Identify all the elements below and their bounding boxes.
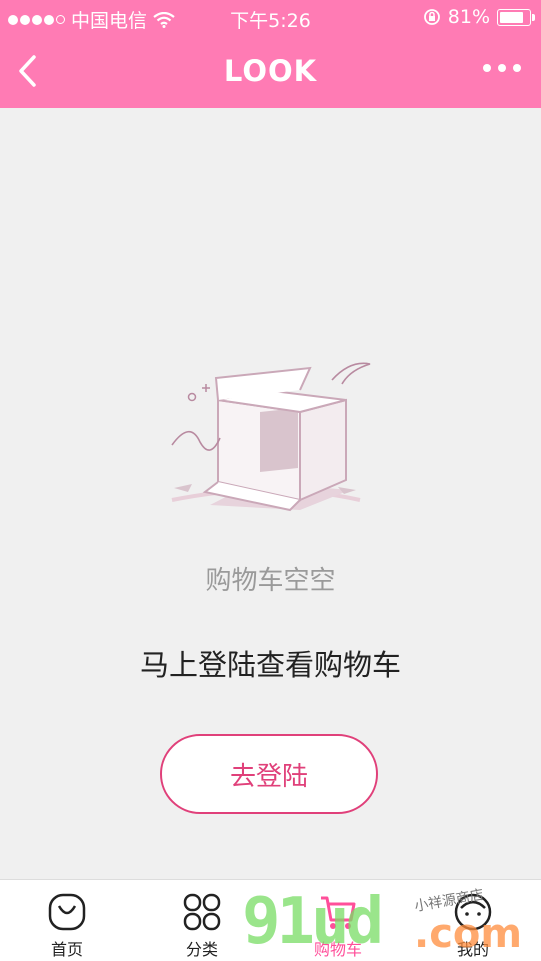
tab-mine[interactable]: 我的 [423, 880, 523, 961]
navigation-bar: LOOK [0, 34, 541, 108]
status-bar: 中国电信 下午5:26 81% [0, 0, 541, 34]
grid-icon [183, 893, 221, 931]
tab-cart[interactable]: 购物车 [288, 880, 388, 961]
tab-label-home: 首页 [50, 940, 83, 959]
login-prompt: 马上登陆查看购物车 [139, 648, 401, 682]
tab-home[interactable]: 首页 [17, 880, 117, 961]
battery-icon [497, 8, 535, 26]
tab-label-cart: 购物车 [313, 940, 362, 959]
tab-label-category: 分类 [185, 940, 218, 959]
status-right: 81% [423, 6, 535, 28]
page-title: LOOK [223, 54, 318, 88]
tab-category[interactable]: 分类 [152, 880, 252, 961]
battery-percent: 81% [447, 6, 490, 28]
empty-cart-caption: 购物车空空 [205, 566, 336, 596]
orientation-lock-icon [423, 9, 440, 25]
login-button[interactable]: 去登陆 [160, 734, 378, 814]
more-dots-icon[interactable] [483, 64, 521, 72]
tab-label-mine: 我的 [456, 940, 489, 959]
battery-fill [500, 11, 523, 23]
user-icon [454, 893, 492, 931]
tab-bar: 首页 分类 购物车 我的 [0, 879, 541, 961]
cart-icon [321, 896, 356, 929]
bag-icon [48, 893, 86, 931]
empty-box-icon [171, 362, 371, 512]
